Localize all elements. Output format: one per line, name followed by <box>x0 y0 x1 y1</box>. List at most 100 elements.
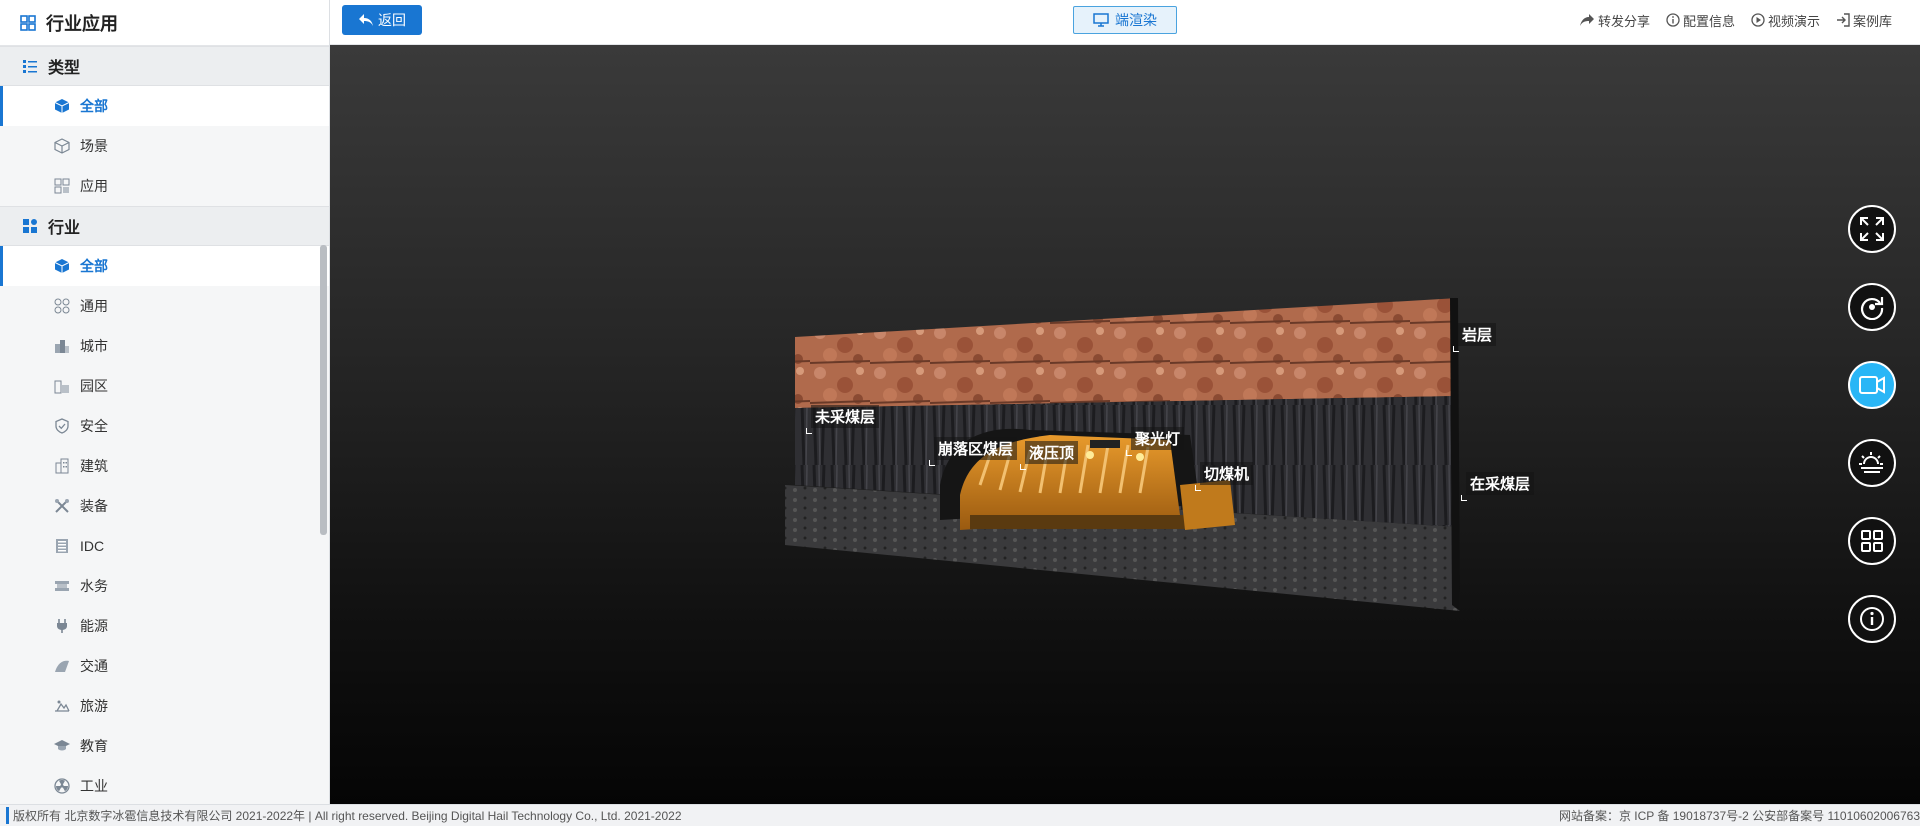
sidebar-item-label: 全部 <box>80 258 108 274</box>
sidebar-scrollbar[interactable] <box>320 245 327 535</box>
sidebar-item-label: 交通 <box>80 658 108 674</box>
monitor-icon <box>1093 13 1109 27</box>
weather-button[interactable] <box>1848 439 1896 487</box>
label-unmined-seam[interactable]: 未采煤层 <box>805 405 880 434</box>
top-links: 转发分享 配置信息 视频演示 案例库 <box>1563 0 1892 40</box>
section-label: 行业 <box>48 220 81 237</box>
plug-icon <box>57 619 67 633</box>
rotate-button[interactable] <box>1848 283 1896 331</box>
login-icon <box>1836 13 1850 27</box>
label-shearer[interactable]: 切煤机 <box>1194 462 1254 491</box>
sidebar-item-building[interactable]: 建筑 <box>0 446 329 486</box>
tourism-icon <box>55 700 70 712</box>
sidebar-item-label: 应用 <box>80 178 108 194</box>
section-header-industry[interactable]: 行业 <box>0 206 329 246</box>
sidebar-item-general[interactable]: 通用 <box>0 286 329 326</box>
case-library-link[interactable]: 案例库 <box>1836 11 1892 30</box>
shield-icon <box>55 418 69 434</box>
apps-grid-icon <box>20 14 36 31</box>
section-header-type[interactable]: 类型 <box>0 46 329 86</box>
sidebar-item-industry-all[interactable]: 全部 <box>0 246 329 286</box>
sidebar-item-safety[interactable]: 安全 <box>0 406 329 446</box>
sidebar-item-app[interactable]: 应用 <box>0 166 329 206</box>
cube-outline-icon <box>54 138 70 154</box>
config-info-label: 配置信息 <box>1682 13 1735 29</box>
fullscreen-icon <box>1860 217 1884 241</box>
sidebar-title: 行业应用 <box>46 13 118 34</box>
label-collapse-zone[interactable]: 崩落区煤层 <box>928 437 1018 466</box>
sidebar-item-label: 能源 <box>80 618 108 634</box>
share-link[interactable]: 转发分享 <box>1579 11 1650 30</box>
tools-icon <box>55 499 69 513</box>
sidebar-item-education[interactable]: 教育 <box>0 726 329 766</box>
sidebar-item-label: 装备 <box>80 498 108 514</box>
sidebar-item-tourism[interactable]: 旅游 <box>0 686 329 726</box>
scene-viewport[interactable]: 岩层 未采煤层 崩落区煤层 液压顶 聚光灯 切煤机 在采煤层 <box>330 45 1920 804</box>
sidebar-item-type-all[interactable]: 全部 <box>0 86 329 126</box>
app-grid-icon <box>54 178 70 194</box>
sidebar-item-traffic[interactable]: 交通 <box>0 646 329 686</box>
rock-layer <box>795 298 1458 408</box>
sidebar-item-idc[interactable]: IDC <box>0 526 329 566</box>
list-icon <box>23 60 37 73</box>
sidebar-item-label: 园区 <box>80 378 108 394</box>
video-demo-label: 视频演示 <box>1767 13 1820 29</box>
sidebar-item-label: 场景 <box>80 138 108 154</box>
icp-record-text[interactable]: 网站备案：京 ICP 备 19018737号-2 公安部备案号 11010602… <box>1559 807 1920 824</box>
label-hydraulic-roof[interactable]: 液压顶 <box>1019 441 1079 470</box>
sidebar-header: 行业应用 <box>0 0 329 46</box>
share-label: 转发分享 <box>1597 13 1650 29</box>
sidebar-item-label: 教育 <box>80 738 108 754</box>
sidebar-item-park[interactable]: 园区 <box>0 366 329 406</box>
sidebar-item-label: 通用 <box>80 298 108 314</box>
cube-icon <box>54 99 70 113</box>
grid-icon <box>1861 530 1883 552</box>
water-icon <box>55 581 69 591</box>
sidebar: 行业应用 类型 全部 场景 应用 行业 全部 通用 城市 园区 安全 建筑 装备… <box>0 0 330 804</box>
back-button[interactable]: 返回 <box>342 5 422 35</box>
rotate-icon <box>1861 297 1884 320</box>
sidebar-item-city[interactable]: 城市 <box>0 326 329 366</box>
info-button[interactable] <box>1848 595 1896 643</box>
info-icon <box>1860 607 1884 631</box>
footer: 版权所有 北京数字冰雹信息技术有限公司 2021-2022年 | All rig… <box>0 804 1920 826</box>
config-info-link[interactable]: 配置信息 <box>1666 11 1735 30</box>
city-icon <box>55 340 69 353</box>
coal-mine-model[interactable] <box>330 45 1920 804</box>
radiation-icon <box>54 778 70 794</box>
render-mode-button[interactable]: 端渲染 <box>1073 6 1177 34</box>
fullscreen-button[interactable] <box>1848 205 1896 253</box>
sidebar-item-equipment[interactable]: 装备 <box>0 486 329 526</box>
weather-icon <box>1859 452 1883 473</box>
section-label: 类型 <box>48 60 81 77</box>
video-demo-link[interactable]: 视频演示 <box>1751 11 1820 30</box>
sidebar-item-label: 建筑 <box>80 458 108 474</box>
sidebar-item-label: IDC <box>80 538 105 554</box>
copyright-text: 版权所有 北京数字冰雹信息技术有限公司 2021-2022年 | All rig… <box>6 807 682 824</box>
sidebar-item-label: 工业 <box>80 778 108 794</box>
right-toolbar <box>1848 205 1898 673</box>
category-grid-icon <box>23 219 37 233</box>
render-mode-label: 端渲染 <box>1115 12 1157 28</box>
share-icon <box>1579 14 1594 26</box>
info-circle-icon <box>1666 13 1680 27</box>
play-circle-icon <box>1751 13 1765 27</box>
graduation-cap-icon <box>54 740 70 751</box>
topbar: 返回 端渲染 转发分享 配置信息 视频演示 案例库 <box>330 0 1920 45</box>
layout-button[interactable] <box>1848 517 1896 565</box>
label-mining-seam[interactable]: 在采煤层 <box>1460 472 1535 501</box>
sidebar-item-energy[interactable]: 能源 <box>0 606 329 646</box>
case-library-label: 案例库 <box>1852 13 1892 29</box>
sidebar-item-water[interactable]: 水务 <box>0 566 329 606</box>
sidebar-item-scene[interactable]: 场景 <box>0 126 329 166</box>
traffic-icon <box>55 660 69 672</box>
sidebar-item-label: 旅游 <box>80 698 108 714</box>
park-icon <box>54 380 69 394</box>
sidebar-item-label: 水务 <box>80 578 108 594</box>
sidebar-item-label: 城市 <box>80 338 108 354</box>
label-spotlight[interactable]: 聚光灯 <box>1125 427 1185 456</box>
camera-button[interactable] <box>1848 361 1896 409</box>
four-circles-icon <box>54 298 70 314</box>
sidebar-item-industry[interactable]: 工业 <box>0 766 329 804</box>
label-rock-layer[interactable]: 岩层 <box>1452 323 1497 352</box>
